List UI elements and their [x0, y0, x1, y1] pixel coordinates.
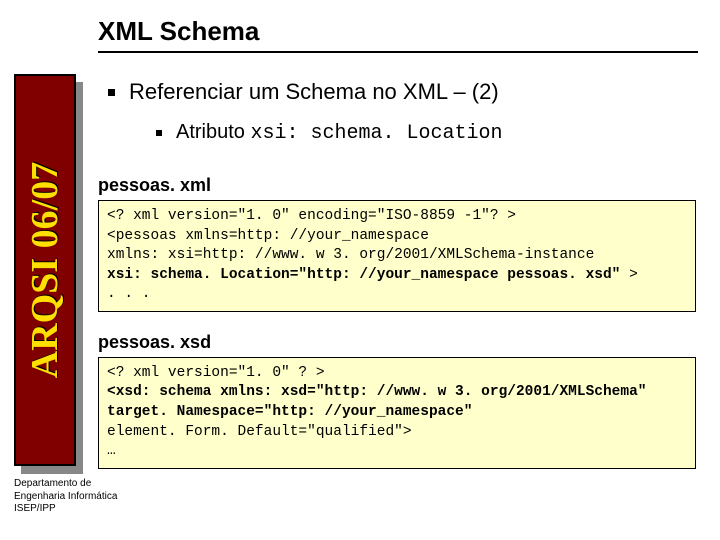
bullet2-text: Atributo xsi: schema. Location [176, 121, 503, 145]
code2-l1: <? xml version="1. 0" ? > [107, 365, 325, 381]
code1-l2: <pessoas xmlns=http: //your_namespace [107, 228, 429, 244]
code1-l4a: xsi: schema. Location="http: //your_name… [107, 267, 620, 283]
bullet-level1: Referenciar um Schema no XML – (2) [108, 79, 698, 105]
code1-l1: <? xml version="1. 0" encoding="ISO-8859… [107, 208, 516, 224]
bullet-level2: Atributo xsi: schema. Location [156, 121, 698, 145]
code2-box: <? xml version="1. 0" ? > <xsd: schema x… [98, 357, 696, 469]
code2-l4: element. Form. Default="qualified"> [107, 424, 412, 440]
code1-l4b: > [620, 267, 637, 283]
bullet2-code: xsi: schema. Location [250, 122, 502, 145]
sidebar-text: ARQSI 06/07 [23, 162, 67, 378]
page-title: XML Schema [98, 16, 698, 47]
bullet1-suffix: – (2) [447, 79, 498, 104]
bullet-dot-icon [108, 89, 115, 96]
code1-label: pessoas. xml [98, 175, 698, 196]
footer-line2: Engenharia Informática [14, 491, 117, 504]
bullet1-text: Referenciar um Schema no XML – (2) [129, 79, 499, 105]
code1-l5: . . . [107, 286, 151, 302]
code2-l3: target. Namespace="http: //your_namespac… [107, 404, 472, 420]
code2-l5: … [107, 443, 116, 459]
code2-label: pessoas. xsd [98, 332, 698, 353]
content: XML Schema Referenciar um Schema no XML … [98, 16, 698, 489]
sidebar: ARQSI 06/07 [14, 74, 76, 466]
bullet1-prefix: Referenciar um Schema no XML [129, 79, 447, 104]
code1-box: <? xml version="1. 0" encoding="ISO-8859… [98, 200, 696, 312]
footer-line3: ISEP/IPP [14, 503, 117, 516]
bullet-dot-icon [156, 130, 162, 136]
code1-l3: xmlns: xsi=http: //www. w 3. org/2001/XM… [107, 247, 594, 263]
code2-l2: <xsd: schema xmlns: xsd="http: //www. w … [107, 384, 647, 400]
bullet2-prefix: Atributo [176, 121, 250, 143]
title-rule [98, 51, 698, 53]
slide: ARQSI 06/07 Departamento de Engenharia I… [0, 0, 720, 540]
